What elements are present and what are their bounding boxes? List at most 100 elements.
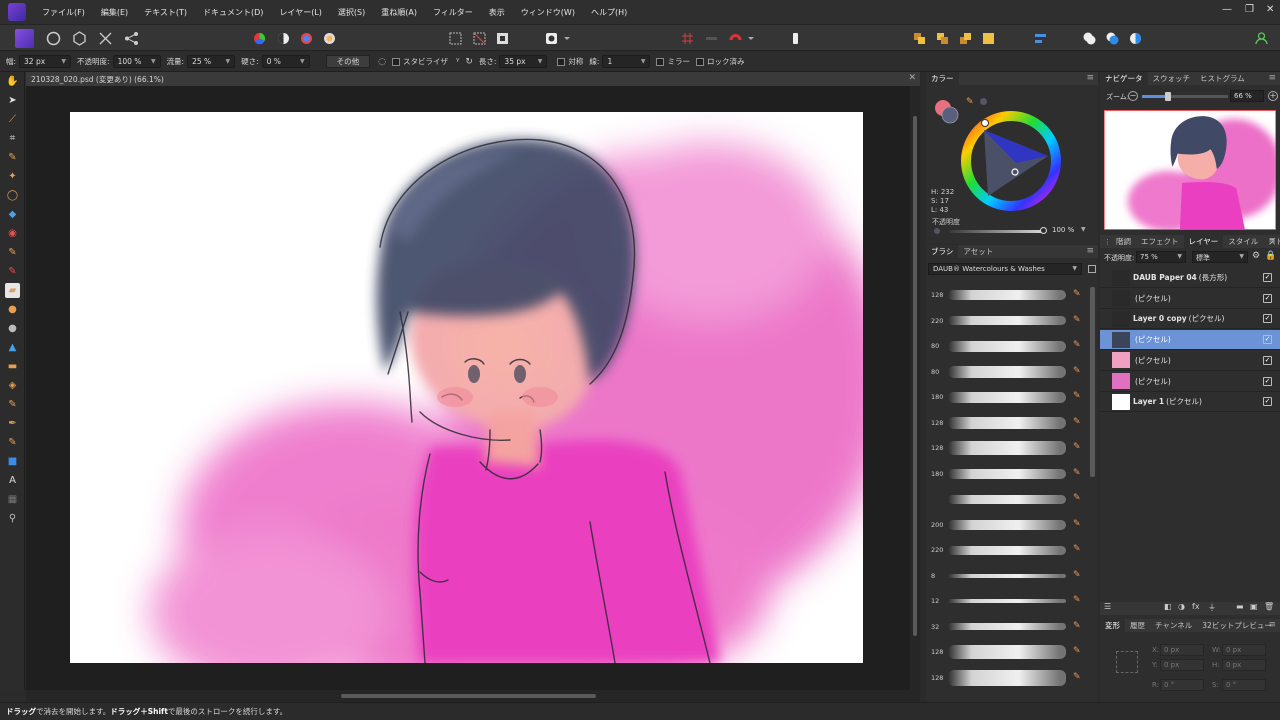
brush-preset[interactable]: 80 ✎ bbox=[926, 360, 1092, 384]
menu-edit[interactable]: 編集(E) bbox=[93, 7, 136, 18]
marquee-tool-icon[interactable]: ◯ bbox=[5, 188, 20, 203]
tab-adjustments[interactable]: 階調 bbox=[1111, 236, 1136, 247]
white-balance-icon[interactable] bbox=[320, 29, 339, 48]
snapping-magnet-icon[interactable] bbox=[726, 29, 756, 48]
layer-opacity-field[interactable]: 75 % ▼ bbox=[1136, 251, 1186, 263]
document-canvas[interactable] bbox=[70, 112, 863, 663]
gear-icon[interactable]: ⚙ bbox=[1252, 251, 1260, 261]
boolean-add-icon[interactable] bbox=[1080, 29, 1099, 48]
layers-stack-icon[interactable]: ☰ bbox=[1104, 602, 1111, 611]
layer-row[interactable]: Layer 1 (ピクセル) ✓ bbox=[1100, 392, 1280, 413]
width-field[interactable]: 32 px ▼ bbox=[19, 55, 72, 68]
brush-preset[interactable]: 32 ✎ bbox=[926, 615, 1092, 639]
zoom-tool-icon[interactable]: ⚲ bbox=[5, 511, 20, 526]
arrange-back-icon[interactable] bbox=[910, 29, 929, 48]
menu-select[interactable]: 選択(S) bbox=[330, 7, 373, 18]
layer-row[interactable]: (ピクセル) ✓ bbox=[1100, 372, 1280, 392]
layer-visibility-checkbox[interactable]: ✓ bbox=[1263, 273, 1272, 282]
layer-visibility-checkbox[interactable]: ✓ bbox=[1263, 314, 1272, 324]
navigator-panel-menu-icon[interactable]: ≡ bbox=[1268, 73, 1276, 83]
fx-icon[interactable]: fx bbox=[1192, 602, 1200, 611]
layer-row[interactable]: Layer 0 copy (ピクセル) ✓ bbox=[1100, 309, 1280, 330]
layer-visibility-checkbox[interactable]: ✓ bbox=[1263, 355, 1272, 365]
quick-mask-icon[interactable] bbox=[786, 29, 805, 48]
navigator-thumbnail[interactable] bbox=[1104, 110, 1276, 230]
close-window-button[interactable]: ✕ bbox=[1266, 4, 1274, 15]
menu-help[interactable]: ヘルプ(H) bbox=[583, 7, 635, 18]
brush-preset[interactable]: 128 ✎ bbox=[926, 411, 1092, 435]
lines-field[interactable]: 1 ▼ bbox=[602, 55, 651, 68]
brushes-panel-menu-icon[interactable]: ≡ bbox=[1086, 246, 1094, 256]
snap-options-icon[interactable] bbox=[702, 29, 721, 48]
transform-panel-menu-icon[interactable]: ≡ bbox=[1268, 620, 1276, 630]
align-icon[interactable] bbox=[1031, 29, 1050, 48]
symmetry-checkbox[interactable] bbox=[557, 57, 566, 66]
export-persona-icon[interactable] bbox=[122, 29, 141, 48]
tab-navigator[interactable]: ナビゲータ bbox=[1100, 72, 1148, 85]
mask-layer-icon[interactable]: ◧ bbox=[1164, 602, 1172, 611]
blur-tool-icon[interactable]: ● bbox=[5, 321, 20, 336]
eyedropper-icon[interactable]: ✎ bbox=[966, 97, 974, 107]
lock-checkbox[interactable] bbox=[695, 57, 704, 66]
brush-preset[interactable]: 220 ✎ bbox=[926, 538, 1092, 562]
dodge-tool-icon[interactable]: ● bbox=[5, 302, 20, 317]
brush-preset[interactable]: 128 ✎ bbox=[926, 283, 1092, 307]
slice-tool-icon[interactable]: ▦ bbox=[5, 492, 20, 507]
arrange-backward-icon[interactable] bbox=[933, 29, 952, 48]
tab-32bit-preview[interactable]: 32ビットプレビュー bbox=[1197, 620, 1277, 631]
vertical-scrollbar[interactable] bbox=[910, 86, 920, 690]
close-document-icon[interactable]: ✕ bbox=[908, 73, 916, 83]
color-picker-tool-icon[interactable]: ⟋ bbox=[5, 112, 20, 127]
stabilizer-checkbox[interactable] bbox=[391, 57, 400, 66]
horizontal-scrollbar[interactable] bbox=[26, 690, 920, 702]
brush-list-scroll-thumb[interactable] bbox=[1090, 287, 1095, 477]
menu-filter[interactable]: フィルター bbox=[425, 7, 481, 18]
layer-visibility-checkbox[interactable]: ✓ bbox=[1263, 335, 1272, 345]
blend-mode-dropdown[interactable]: 標準 ▼ bbox=[1192, 251, 1248, 263]
tab-histogram[interactable]: ヒストグラム bbox=[1195, 73, 1250, 84]
w-field[interactable]: 0 px bbox=[1222, 644, 1266, 656]
red-eye-tool-icon[interactable]: ◈ bbox=[5, 378, 20, 393]
hardness-field[interactable]: 0 % ▼ bbox=[261, 55, 310, 68]
layer-row[interactable]: (ピクセル) ✓ bbox=[1100, 289, 1280, 309]
brush-preset[interactable]: 128 ✎ bbox=[926, 666, 1092, 690]
brush-preset[interactable]: ✎ bbox=[926, 487, 1092, 511]
zoom-slider-handle[interactable] bbox=[1164, 92, 1171, 101]
brush-preset[interactable]: 128 ✎ bbox=[926, 436, 1092, 460]
h-field[interactable]: 0 px bbox=[1222, 659, 1266, 671]
horizontal-scroll-thumb[interactable] bbox=[341, 694, 596, 698]
brush-preset[interactable]: 180 ✎ bbox=[926, 462, 1092, 486]
brush-preset[interactable]: 180 ✎ bbox=[926, 385, 1092, 409]
layer-row[interactable]: (ピクセル) ✓ bbox=[1100, 330, 1280, 351]
arrange-front-icon[interactable] bbox=[979, 29, 998, 48]
layer-visibility-checkbox[interactable]: ✓ bbox=[1263, 397, 1272, 407]
tab-swatches[interactable]: スウォッチ bbox=[1148, 73, 1196, 84]
canvas-workspace[interactable] bbox=[26, 86, 910, 690]
brush-preset[interactable]: 220 ✎ bbox=[926, 309, 1092, 333]
layers-panel-menu-icon[interactable]: ≡ bbox=[1268, 236, 1276, 246]
menu-view[interactable]: 表示 bbox=[481, 7, 513, 18]
trash-icon[interactable]: 🗑 bbox=[1264, 602, 1274, 611]
restore-button[interactable]: ❐ bbox=[1245, 4, 1254, 15]
gradient-tool-icon[interactable]: ◉ bbox=[5, 226, 20, 241]
color-opacity-slider[interactable] bbox=[950, 230, 1046, 233]
tab-brushes[interactable]: ブラシ bbox=[926, 245, 959, 258]
healing-tool-icon[interactable]: ▬ bbox=[5, 359, 20, 374]
hsl-icon[interactable] bbox=[297, 29, 316, 48]
layer-row[interactable]: (ピクセル) ✓ bbox=[1100, 351, 1280, 371]
live-filter-icon[interactable]: ⏚ bbox=[1208, 602, 1216, 613]
boolean-intersect-icon[interactable] bbox=[1126, 29, 1145, 48]
lock-icon[interactable]: 🔒 bbox=[1265, 251, 1276, 261]
x-field[interactable]: 0 px bbox=[1160, 644, 1204, 656]
layer-visibility-checkbox[interactable]: ✓ bbox=[1263, 376, 1272, 386]
adjustment-layer-icon[interactable]: ◑ bbox=[1178, 602, 1185, 611]
clone-tool-icon[interactable]: ▲ bbox=[5, 340, 20, 355]
deselect-icon[interactable] bbox=[470, 29, 489, 48]
layer-row[interactable]: DAUB Paper 04 (長方形) ✓ bbox=[1100, 268, 1280, 288]
boolean-subtract-icon[interactable] bbox=[1103, 29, 1122, 48]
brush-preset[interactable]: 80 ✎ bbox=[926, 334, 1092, 358]
rectangle-tool-icon[interactable]: ■ bbox=[5, 454, 20, 469]
window-mode-icon[interactable]: ↻ bbox=[465, 57, 473, 67]
menu-layer[interactable]: レイヤー(L) bbox=[271, 7, 329, 18]
color-opacity-slider-handle[interactable] bbox=[1040, 227, 1047, 234]
